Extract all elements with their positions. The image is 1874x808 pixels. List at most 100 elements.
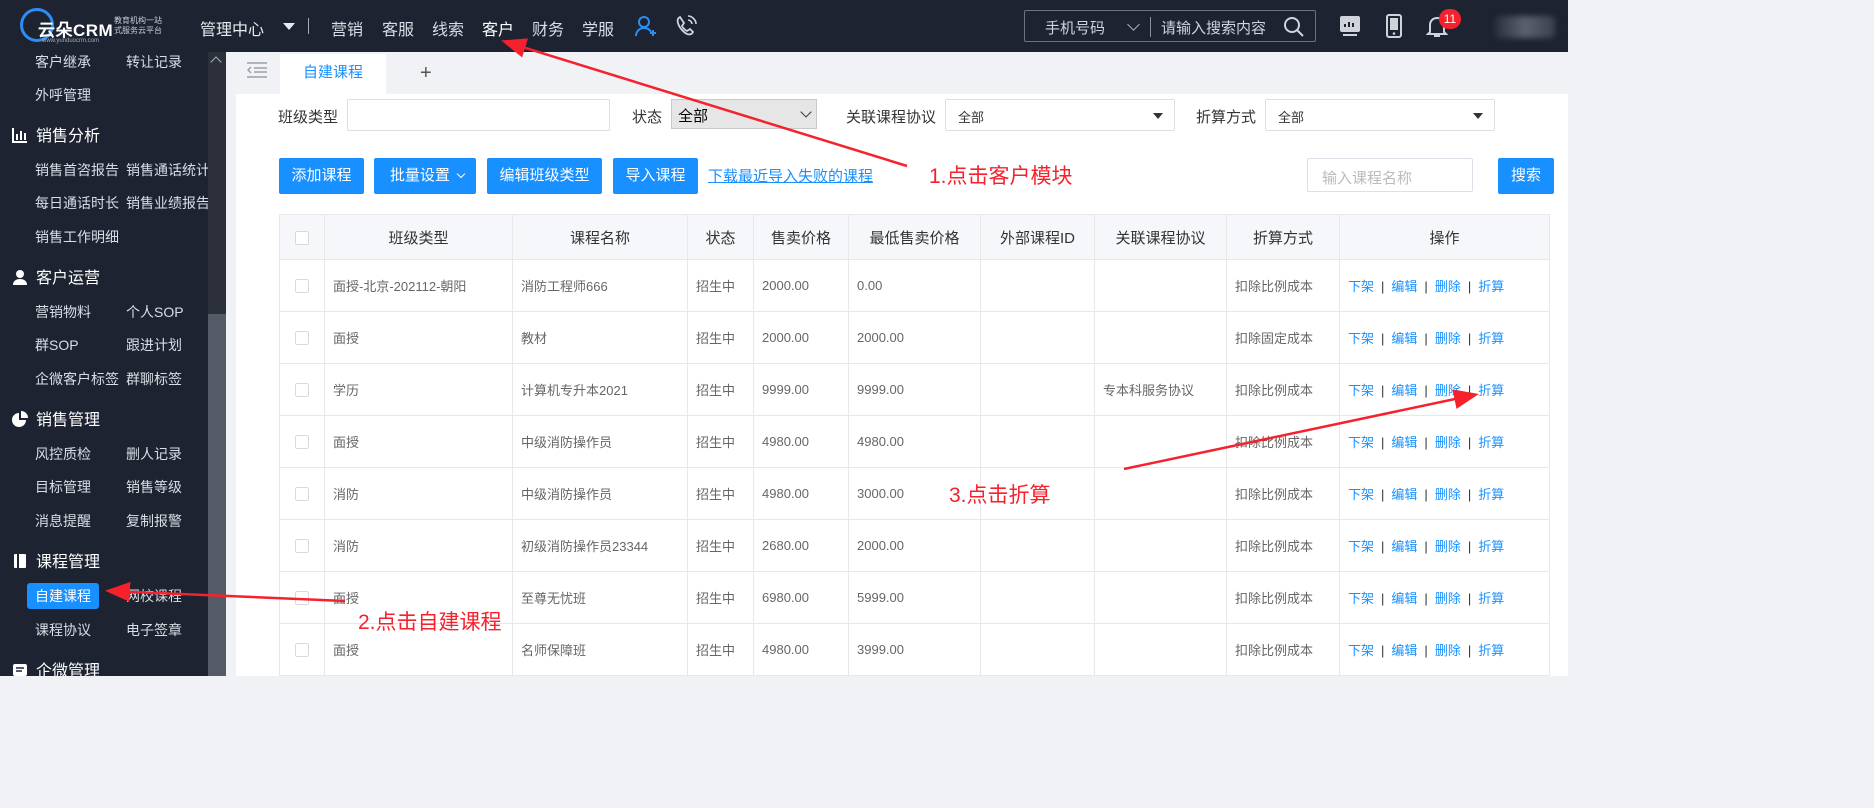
edit-link[interactable]: 编辑: [1391, 591, 1417, 606]
discount-link[interactable]: 折算: [1478, 487, 1504, 502]
row-checkbox-cell[interactable]: [279, 259, 325, 312]
unlist-link[interactable]: 下架: [1348, 435, 1374, 450]
sidebar-item-copy-alert[interactable]: 复制报警: [126, 511, 182, 531]
sidebar-group-customer-ops[interactable]: 客户运营: [12, 264, 100, 288]
download-failed-import-link[interactable]: 下载最近导入失败的课程: [708, 165, 873, 186]
nav-marketing[interactable]: 营销: [331, 16, 363, 40]
user-avatar[interactable]: [1495, 16, 1555, 38]
row-checkbox-cell[interactable]: [279, 571, 325, 624]
sidebar-item-call-stats[interactable]: 销售通话统计: [126, 160, 210, 180]
row-checkbox-cell[interactable]: [279, 519, 325, 572]
sidebar-group-wecom-management[interactable]: 企微管理: [12, 657, 100, 676]
delete-link[interactable]: 删除: [1435, 643, 1461, 658]
unlist-link[interactable]: 下架: [1348, 383, 1374, 398]
delete-link[interactable]: 删除: [1435, 591, 1461, 606]
delete-link[interactable]: 删除: [1435, 539, 1461, 554]
discount-link[interactable]: 折算: [1478, 435, 1504, 450]
delete-link[interactable]: 删除: [1435, 487, 1461, 502]
sidebar-item-self-built-course[interactable]: 自建课程: [27, 583, 99, 609]
delete-link[interactable]: 删除: [1435, 383, 1461, 398]
menu-collapse-icon[interactable]: [247, 62, 267, 78]
edit-class-type-button[interactable]: 编辑班级类型: [487, 158, 602, 194]
add-tab-button[interactable]: +: [420, 62, 432, 85]
sidebar-item-target-management[interactable]: 目标管理: [35, 477, 91, 497]
edit-link[interactable]: 编辑: [1391, 279, 1417, 294]
row-checkbox[interactable]: [295, 279, 309, 294]
nav-leads[interactable]: 线索: [432, 16, 464, 40]
caret-down-icon[interactable]: [283, 23, 295, 30]
unlist-link[interactable]: 下架: [1348, 591, 1374, 606]
select-all-checkbox[interactable]: [295, 230, 309, 245]
sidebar-item-message-reminder[interactable]: 消息提醒: [35, 511, 91, 531]
sidebar-item-wecom-customer-tags[interactable]: 企微客户标签: [35, 369, 119, 389]
global-search[interactable]: 手机号码 请输入搜索内容: [1024, 10, 1316, 42]
sidebar-item-customer-inherit[interactable]: 客户继承: [35, 52, 91, 72]
unlist-link[interactable]: 下架: [1348, 539, 1374, 554]
unlist-link[interactable]: 下架: [1348, 331, 1374, 346]
row-checkbox-cell[interactable]: [279, 363, 325, 416]
sidebar-scrollbar-thumb[interactable]: [208, 314, 226, 676]
select-all-checkbox-cell[interactable]: [279, 214, 325, 260]
delete-link[interactable]: 删除: [1435, 331, 1461, 346]
search-button[interactable]: 搜索: [1498, 158, 1554, 194]
add-user-icon[interactable]: [634, 14, 658, 38]
sidebar-item-risk-check[interactable]: 风控质检: [35, 444, 91, 464]
discount-link[interactable]: 折算: [1478, 331, 1504, 346]
sidebar-item-work-detail[interactable]: 销售工作明细: [35, 227, 119, 247]
edit-link[interactable]: 编辑: [1391, 539, 1417, 554]
class-type-input[interactable]: [347, 99, 610, 131]
row-checkbox[interactable]: [295, 539, 309, 554]
row-checkbox-cell[interactable]: [279, 623, 325, 676]
sidebar-item-marketing-material[interactable]: 营销物料: [35, 302, 91, 322]
sidebar-item-daily-call-duration[interactable]: 每日通话时长: [35, 193, 119, 213]
sidebar-group-course-management[interactable]: 课程管理: [12, 548, 100, 572]
edit-link[interactable]: 编辑: [1391, 643, 1417, 658]
unlist-link[interactable]: 下架: [1348, 279, 1374, 294]
search-icon[interactable]: [1283, 16, 1305, 38]
discount-link[interactable]: 折算: [1478, 643, 1504, 658]
management-center-menu[interactable]: 管理中心: [200, 16, 264, 40]
sidebar-item-first-consult-report[interactable]: 销售首咨报告: [35, 160, 119, 180]
discount-link[interactable]: 折算: [1478, 279, 1504, 294]
discount-link[interactable]: 折算: [1478, 539, 1504, 554]
row-checkbox[interactable]: [295, 435, 309, 450]
unlist-link[interactable]: 下架: [1348, 643, 1374, 658]
discount-select[interactable]: 全部: [1265, 99, 1495, 131]
add-course-button[interactable]: 添加课程: [279, 158, 364, 194]
agreement-select[interactable]: 全部: [945, 99, 1175, 131]
nav-student-service[interactable]: 学服: [582, 16, 614, 40]
edit-link[interactable]: 编辑: [1391, 435, 1417, 450]
sidebar-item-online-school-course[interactable]: 网校课程: [126, 586, 182, 606]
row-checkbox-cell[interactable]: [279, 467, 325, 520]
chevron-down-icon[interactable]: [1127, 18, 1140, 31]
batch-settings-button[interactable]: 批量设置: [374, 158, 476, 194]
sidebar-item-delete-record[interactable]: 删人记录: [126, 444, 182, 464]
sidebar-item-performance-report[interactable]: 销售业绩报告: [126, 193, 210, 213]
status-select[interactable]: 全部: [671, 99, 817, 129]
row-checkbox-cell[interactable]: [279, 415, 325, 468]
logo[interactable]: 云朵CRM 教育机构一站 式服务云平台 www.yunduocrm.com: [20, 6, 170, 46]
sidebar-group-sales-analysis[interactable]: 销售分析: [12, 122, 100, 146]
unlist-link[interactable]: 下架: [1348, 487, 1374, 502]
course-name-input[interactable]: 输入课程名称: [1307, 158, 1473, 192]
tab-self-built-course[interactable]: 自建课程: [280, 54, 386, 94]
row-checkbox[interactable]: [295, 383, 309, 398]
discount-link[interactable]: 折算: [1478, 591, 1504, 606]
phone-call-icon[interactable]: [674, 14, 698, 38]
edit-link[interactable]: 编辑: [1391, 331, 1417, 346]
edit-link[interactable]: 编辑: [1391, 487, 1417, 502]
row-checkbox[interactable]: [295, 643, 309, 658]
monitor-icon[interactable]: [1337, 13, 1363, 39]
import-course-button[interactable]: 导入课程: [613, 158, 698, 194]
sidebar-item-group-sop[interactable]: 群SOP: [35, 335, 79, 355]
nav-finance[interactable]: 财务: [532, 16, 564, 40]
row-checkbox[interactable]: [295, 591, 309, 606]
delete-link[interactable]: 删除: [1435, 279, 1461, 294]
row-checkbox[interactable]: [295, 331, 309, 346]
sidebar-item-course-agreement[interactable]: 课程协议: [35, 620, 91, 640]
sidebar-item-outbound-call[interactable]: 外呼管理: [35, 85, 91, 105]
sidebar-item-sales-level[interactable]: 销售等级: [126, 477, 182, 497]
row-checkbox-cell[interactable]: [279, 311, 325, 364]
nav-service[interactable]: 客服: [382, 16, 414, 40]
delete-link[interactable]: 删除: [1435, 435, 1461, 450]
